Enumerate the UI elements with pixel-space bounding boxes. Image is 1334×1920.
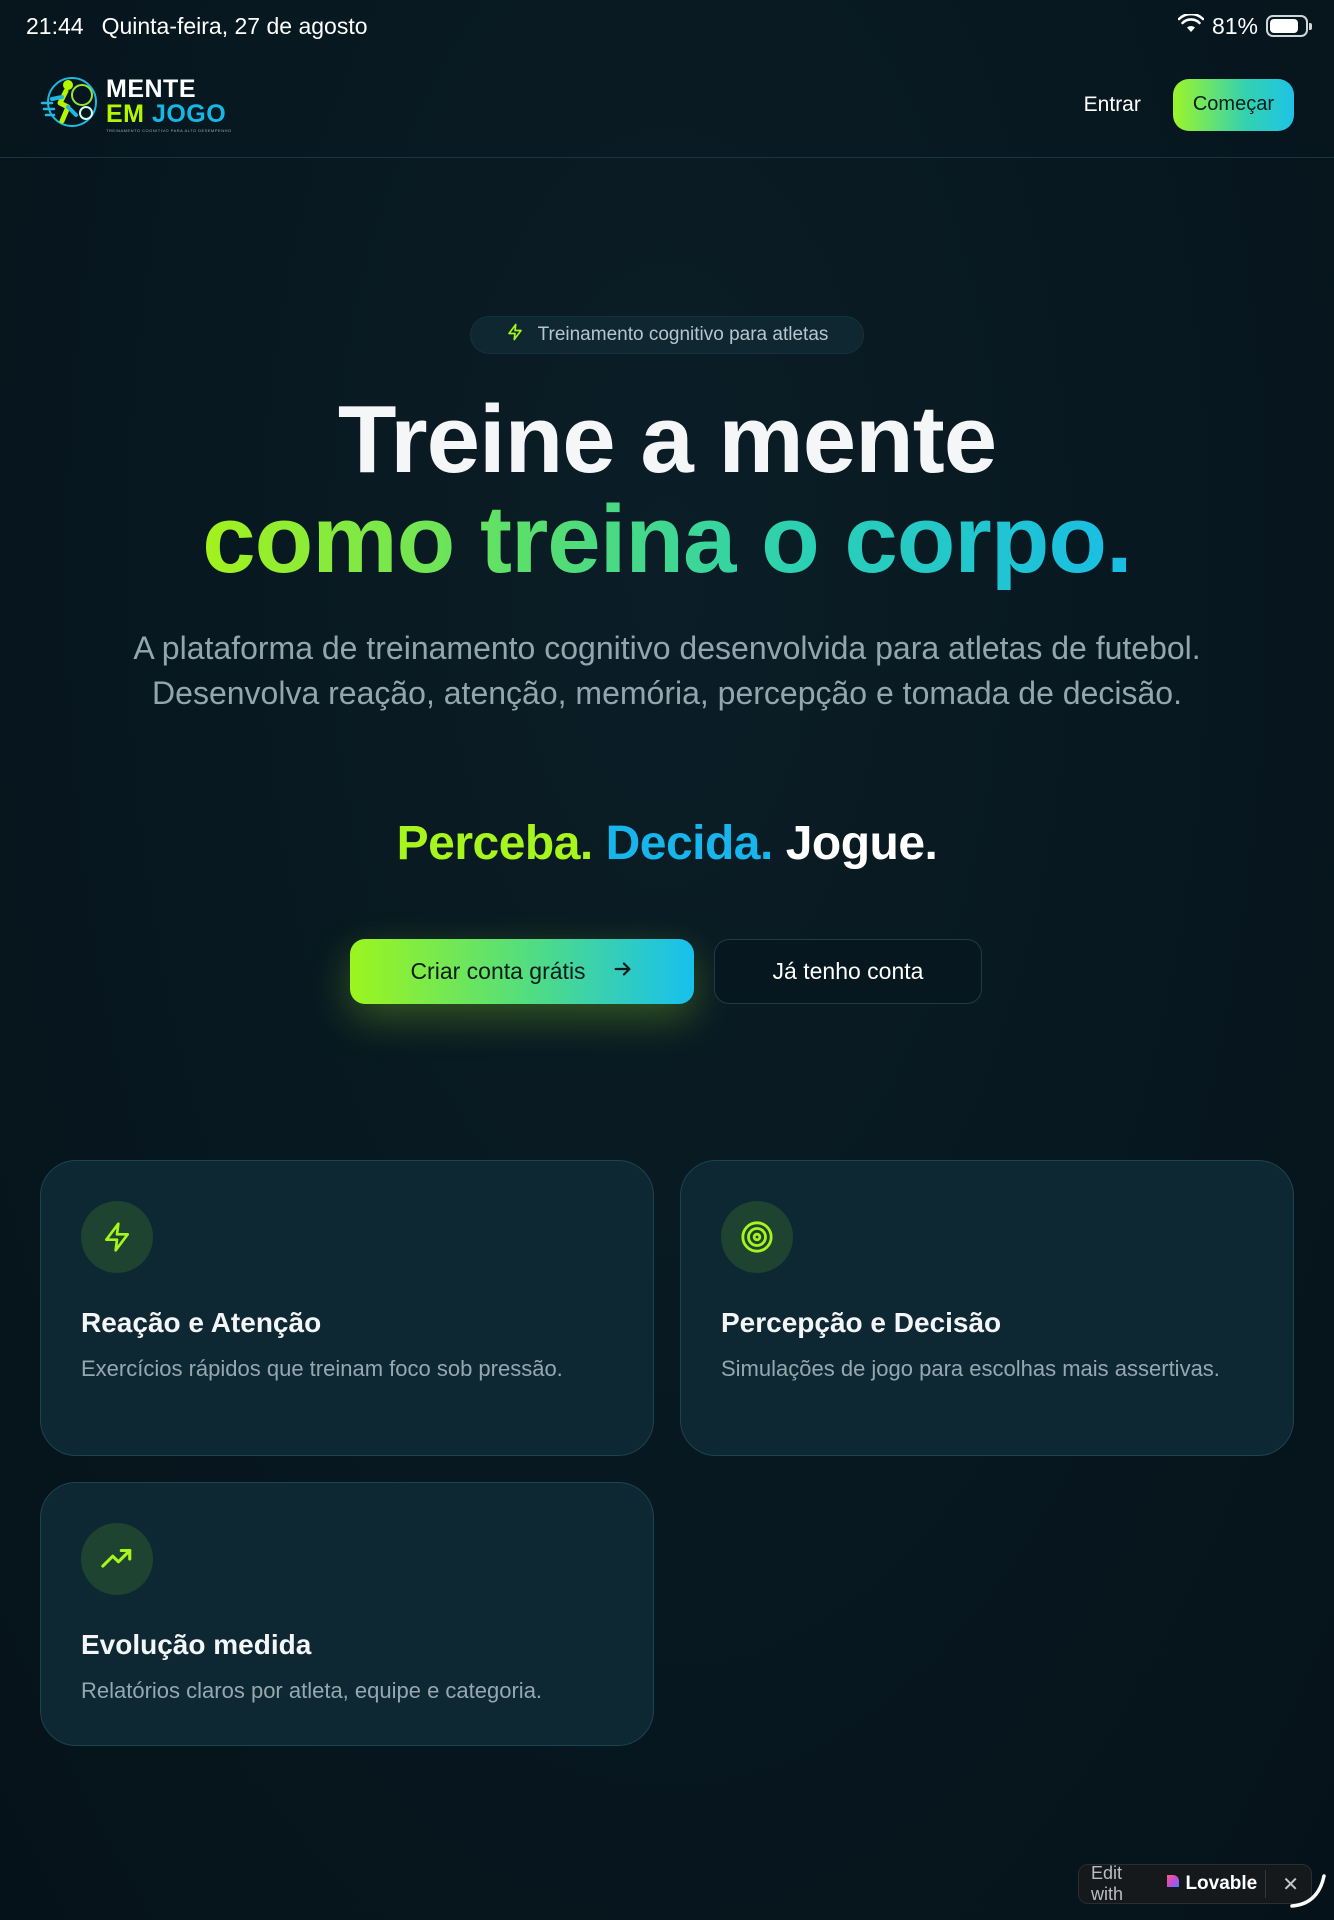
hero-badge-text: Treinamento cognitivo para atletas [537,324,829,345]
logo-word-em: EM [106,99,145,128]
feature-text: Relatórios claros por atleta, equipe e c… [81,1678,543,1703]
status-date: Quinta-feira, 27 de agosto [101,12,368,39]
feature-card-evolution: Evolução medida Relatórios claros por at… [40,1482,654,1746]
battery-percent: 81% [1211,12,1258,39]
start-button[interactable]: Começar [1172,78,1294,131]
lovable-brand-text: Lovable [1185,1873,1258,1894]
site-header: MENTE EM JOGO TREINAMENTO COGNITIVO PARA… [0,52,1334,158]
create-account-label: Criar conta grátis [410,958,586,984]
logo[interactable]: MENTE EM JOGO TREINAMENTO COGNITIVO PARA… [40,73,232,136]
feature-title: Percepção e Decisão [721,1307,1002,1338]
trending-up-icon [81,1523,153,1595]
lovable-heart-icon [1165,1873,1181,1895]
wifi-icon [1177,12,1205,40]
feature-card-perception: Percepção e Decisão Simulações de jogo p… [680,1160,1294,1456]
tagline-perceba: Perceba. [396,817,594,870]
create-account-button[interactable]: Criar conta grátis [350,939,694,1004]
battery-fill [1270,19,1298,33]
hero-title-line2: como treina o corpo. [202,486,1132,593]
logo-tagline: TREINAMENTO COGNITIVO PARA ALTO DESEMPEN… [106,127,232,133]
feature-text: Exercícios rápidos que treinam foco sob … [81,1356,563,1381]
feature-card-reaction: Reação e Atenção Exercícios rápidos que … [40,1160,654,1456]
lightning-icon [506,322,524,348]
lovable-brand: Lovable [1165,1873,1257,1895]
status-bar: 21:44 Quinta-feira, 27 de agosto 81% [0,0,1334,52]
login-link[interactable]: Entrar [1084,93,1141,117]
runner-brain-logo-icon [40,73,102,136]
hero-badge: Treinamento cognitivo para atletas [470,316,864,354]
edit-with-lovable-badge[interactable]: Edit with Lovable ✕ [1078,1863,1312,1904]
feature-title: Evolução medida [81,1629,312,1660]
logo-line2: EM JOGO [106,99,232,128]
battery-icon [1266,15,1312,37]
hero-title: Treine a mente como treina o corpo. [0,390,1334,590]
hero-tagline: Perceba. Decida. Jogue. [0,816,1334,871]
have-account-button[interactable]: Já tenho conta [714,939,982,1004]
feature-text: Simulações de jogo para escolhas mais as… [721,1356,1220,1381]
lightning-icon [81,1201,153,1273]
divider [1265,1870,1267,1898]
target-icon [721,1201,793,1273]
logo-wordmark: MENTE EM JOGO TREINAMENTO COGNITIVO PARA… [106,74,232,133]
status-time: 21:44 [26,12,84,39]
logo-word-mente: MENTE [106,74,196,103]
hero-title-line1: Treine a mente [337,386,997,493]
tagline-jogue: Jogue. [785,817,938,870]
feature-title: Reação e Atenção [81,1307,322,1338]
edit-with-label: Edit with [1091,1863,1124,1904]
header-nav: Entrar Começar [1084,78,1294,131]
home-indicator-corner [1290,1874,1326,1908]
logo-word-jogo: JOGO [151,99,227,128]
tagline-decida: Decida. [605,817,774,870]
status-right: 81% [1177,12,1312,40]
arrow-right-icon [612,958,634,986]
hero-description: A plataforma de treinamento cognitivo de… [133,630,1201,711]
